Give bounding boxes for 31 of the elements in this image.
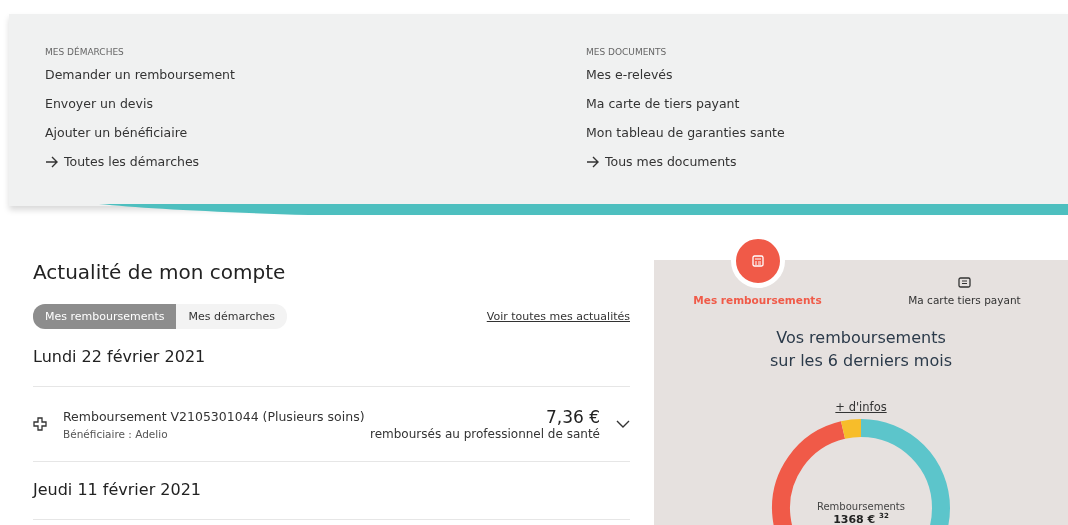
reimbursement-title: Remboursement V2105301044 (Plusieurs soins) bbox=[63, 408, 366, 424]
date-heading: Jeudi 11 février 2021 bbox=[33, 462, 630, 520]
menu-link[interactable]: Ajouter un bénéficiaire bbox=[45, 125, 586, 154]
menu-link[interactable]: Mes e-relevés bbox=[586, 67, 1068, 96]
summary-title: Vos remboursements sur les 6 derniers mois bbox=[770, 327, 952, 372]
menu-section-heading: MES DOCUMENTS bbox=[586, 47, 668, 57]
menu-link[interactable]: Mon tableau de garanties sante bbox=[586, 125, 1068, 154]
menu-link[interactable]: Tous mes documents bbox=[586, 154, 1068, 183]
medical-cross-icon bbox=[33, 417, 47, 431]
menu-link[interactable]: Demander un remboursement bbox=[45, 67, 586, 96]
section-title: Actualité de mon compte bbox=[33, 260, 287, 284]
arrow-right-icon bbox=[45, 156, 59, 168]
menu-section-heading: MES DÉMARCHES bbox=[45, 47, 125, 57]
total-label: Remboursements bbox=[816, 501, 905, 512]
reimbursement-row[interactable]: Remboursement V2105301044 (Plusieurs soins) Bénéficiaire : Adelio 7,36 € remboursés au professionnel de santé bbox=[33, 387, 630, 462]
amount-note: remboursés au professionnel de santé bbox=[370, 427, 600, 441]
filter-tab[interactable]: Mes démarches bbox=[176, 304, 287, 329]
menu-link[interactable]: Toutes les démarches bbox=[45, 154, 586, 183]
total-amount: 1368 € $^{32}$ bbox=[833, 512, 889, 525]
date-heading: Lundi 22 février 2021 bbox=[33, 329, 630, 387]
menu-link[interactable]: Envoyer un devis bbox=[45, 96, 586, 125]
menu-link[interactable]: Ma carte de tiers payant bbox=[586, 96, 1068, 125]
chevron-icon bbox=[616, 420, 630, 428]
beneficiary-text: Bénéficiaire : Adelio bbox=[63, 427, 169, 440]
arrow-right-icon bbox=[586, 156, 600, 168]
amount-text: 7,36 € bbox=[544, 407, 600, 427]
card-icon bbox=[958, 277, 971, 288]
see-all-link[interactable]: Voir toutes mes actualités bbox=[486, 310, 630, 323]
calculator-icon bbox=[751, 255, 764, 267]
summary-tab[interactable]: Ma carte tiers payant bbox=[861, 234, 1068, 316]
more-info-link[interactable]: + d'infos bbox=[835, 400, 887, 414]
